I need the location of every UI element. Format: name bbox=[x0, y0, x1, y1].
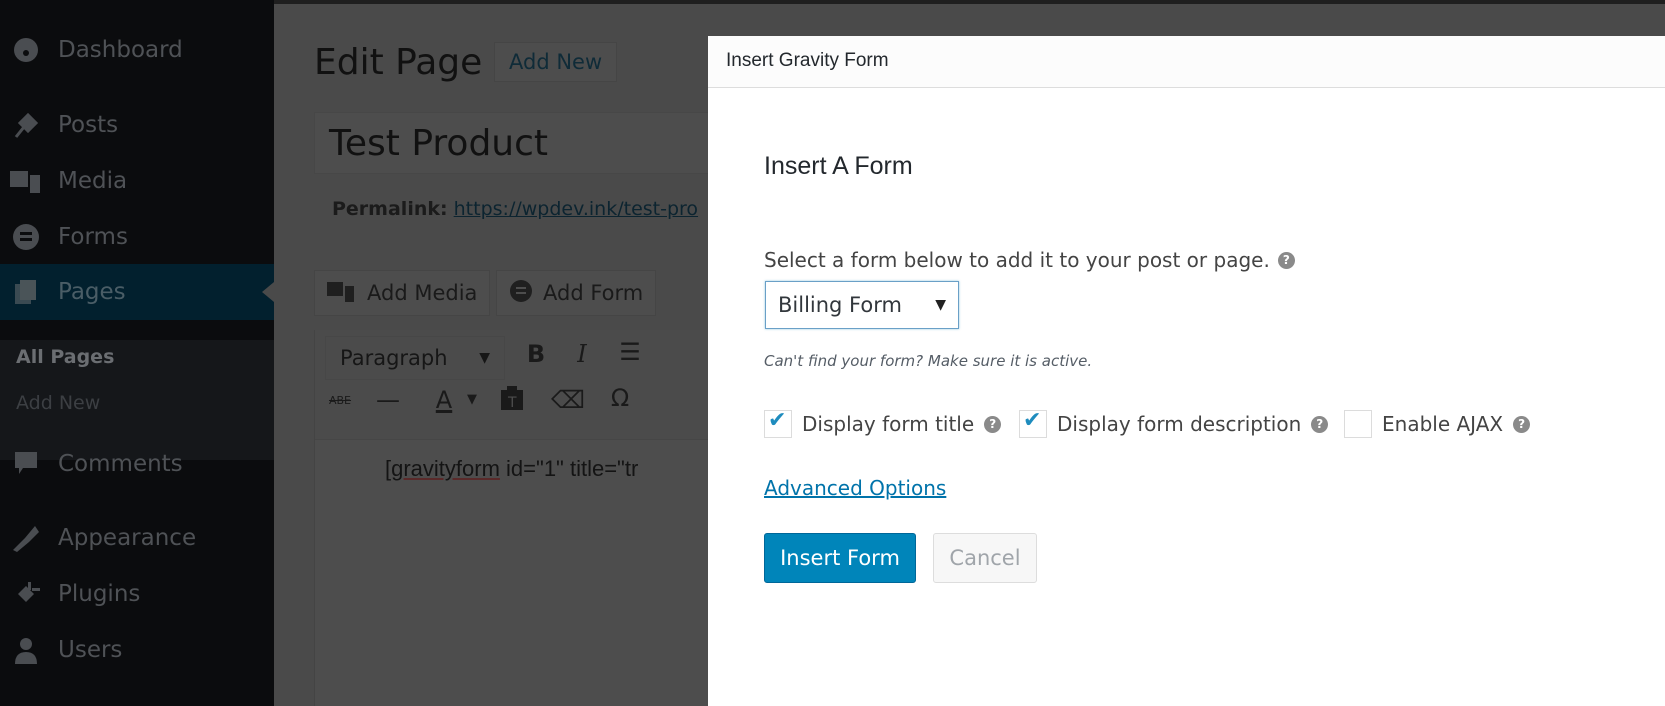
caret-down-icon: ▼ bbox=[935, 297, 946, 313]
admin-sidebar: Dashboard Posts Media Forms Pages All Pa… bbox=[0, 0, 274, 706]
option-display-title: Display form title ? bbox=[764, 408, 1002, 438]
submenu-add-new[interactable]: Add New bbox=[16, 392, 100, 414]
sidebar-item-comments[interactable]: Comments bbox=[0, 436, 274, 492]
sidebar-item-label: Plugins bbox=[58, 581, 141, 607]
sidebar-item-label: Media bbox=[58, 168, 128, 194]
user-icon bbox=[10, 634, 42, 666]
editor-box: Paragraph ▼ B I ☰ ABE — A ▼ T ⌫ Ω [gravi… bbox=[314, 330, 735, 706]
format-select[interactable]: Paragraph ▼ bbox=[325, 336, 505, 380]
forms-icon bbox=[10, 221, 42, 253]
sidebar-item-plugins[interactable]: Plugins bbox=[0, 566, 274, 622]
permalink-link[interactable]: https://wpdev.ink/test-pro bbox=[454, 198, 698, 220]
sidebar-item-users[interactable]: Users bbox=[0, 622, 274, 678]
select-label: Select a form below to add it to your po… bbox=[764, 248, 1295, 272]
cancel-button[interactable]: Cancel bbox=[933, 533, 1037, 583]
forms-icon bbox=[509, 279, 533, 308]
editor-toolbar: Paragraph ▼ B I ☰ ABE — A ▼ T ⌫ Ω bbox=[315, 330, 735, 440]
form-hint: Can't find your form? Make sure it is ac… bbox=[764, 352, 1093, 370]
add-new-button[interactable]: Add New bbox=[494, 42, 618, 82]
comment-icon bbox=[10, 448, 42, 480]
form-select-value: Billing Form bbox=[778, 293, 902, 317]
eraser-icon[interactable]: ⌫ bbox=[551, 386, 585, 414]
display-description-checkbox[interactable] bbox=[1019, 408, 1047, 438]
add-media-label: Add Media bbox=[367, 281, 478, 305]
enable-ajax-checkbox[interactable] bbox=[1344, 410, 1372, 438]
horizontal-line-button[interactable]: — bbox=[371, 386, 405, 414]
bold-button[interactable]: B bbox=[519, 340, 553, 368]
pages-icon bbox=[10, 276, 42, 308]
option-display-description: Display form description ? bbox=[1019, 408, 1329, 438]
svg-text:T: T bbox=[507, 395, 517, 411]
media-icon bbox=[327, 278, 357, 309]
paintbrush-icon bbox=[10, 522, 42, 554]
plugin-icon bbox=[10, 578, 42, 610]
shortcode-attrs: id="1" title="tr bbox=[499, 456, 639, 481]
page-title: Edit Page bbox=[314, 42, 483, 83]
select-label-text: Select a form below to add it to your po… bbox=[764, 248, 1270, 272]
sidebar-item-label: Appearance bbox=[58, 525, 197, 551]
permalink: Permalink: https://wpdev.ink/test-pro bbox=[332, 198, 698, 220]
help-icon[interactable]: ? bbox=[1277, 251, 1295, 269]
dashboard-icon bbox=[10, 34, 42, 66]
media-icon bbox=[10, 165, 42, 197]
sidebar-item-label: Pages bbox=[58, 279, 126, 305]
submenu-all-pages[interactable]: All Pages bbox=[16, 346, 114, 368]
italic-button[interactable]: I bbox=[565, 340, 599, 368]
sidebar-item-label: Dashboard bbox=[58, 37, 183, 63]
sidebar-item-forms[interactable]: Forms bbox=[0, 209, 274, 265]
add-form-button[interactable]: Add Form bbox=[496, 270, 657, 316]
display-title-checkbox[interactable] bbox=[764, 408, 792, 438]
option-enable-ajax: Enable AJAX ? bbox=[1344, 410, 1531, 438]
editor-area: Edit Page Add New Test Product Permalink… bbox=[274, 0, 735, 706]
form-heading: Insert A Form bbox=[764, 152, 913, 180]
help-icon[interactable]: ? bbox=[1513, 415, 1531, 433]
strikethrough-button[interactable]: ABE bbox=[323, 394, 357, 407]
sidebar-item-label: Users bbox=[58, 637, 123, 663]
permalink-label: Permalink: bbox=[332, 198, 448, 220]
sidebar-item-label: Comments bbox=[58, 451, 183, 477]
option-label: Display form title bbox=[802, 412, 975, 436]
help-icon[interactable]: ? bbox=[1311, 415, 1329, 433]
sidebar-item-label: Posts bbox=[58, 112, 119, 138]
paste-text-icon[interactable]: T bbox=[495, 386, 529, 418]
sidebar-item-media[interactable]: Media bbox=[0, 153, 274, 209]
editor-content[interactable]: [gravityform id="1" title="tr bbox=[385, 456, 638, 482]
help-icon[interactable]: ? bbox=[984, 415, 1002, 433]
bullet-list-icon[interactable]: ☰ bbox=[613, 338, 647, 366]
format-select-value: Paragraph bbox=[340, 346, 448, 370]
modal-title: Insert Gravity Form bbox=[726, 50, 889, 71]
add-media-button[interactable]: Add Media bbox=[314, 270, 491, 316]
sidebar-item-dashboard[interactable]: Dashboard bbox=[0, 22, 274, 78]
sidebar-item-appearance[interactable]: Appearance bbox=[0, 510, 274, 566]
insert-form-button[interactable]: Insert Form bbox=[764, 533, 916, 583]
shortcode-name: [gravityform bbox=[385, 456, 500, 481]
post-title-input[interactable]: Test Product bbox=[314, 112, 734, 174]
advanced-options-link[interactable]: Advanced Options bbox=[764, 476, 946, 500]
insert-gravity-form-modal: Insert Gravity Form Insert A Form Select… bbox=[708, 36, 1665, 706]
sidebar-item-pages[interactable]: Pages bbox=[0, 264, 274, 320]
sidebar-item-label: Forms bbox=[58, 224, 128, 250]
sidebar-item-posts[interactable]: Posts bbox=[0, 97, 274, 153]
modal-header: Insert Gravity Form bbox=[708, 36, 1665, 88]
caret-down-icon: ▼ bbox=[479, 350, 490, 366]
pin-icon bbox=[10, 109, 42, 141]
option-label: Display form description bbox=[1057, 412, 1302, 436]
caret-down-icon[interactable]: ▼ bbox=[455, 392, 489, 407]
add-form-label: Add Form bbox=[543, 281, 644, 305]
special-char-button[interactable]: Ω bbox=[603, 384, 637, 412]
form-select[interactable]: Billing Form ▼ bbox=[765, 281, 959, 329]
option-label: Enable AJAX bbox=[1382, 412, 1504, 436]
